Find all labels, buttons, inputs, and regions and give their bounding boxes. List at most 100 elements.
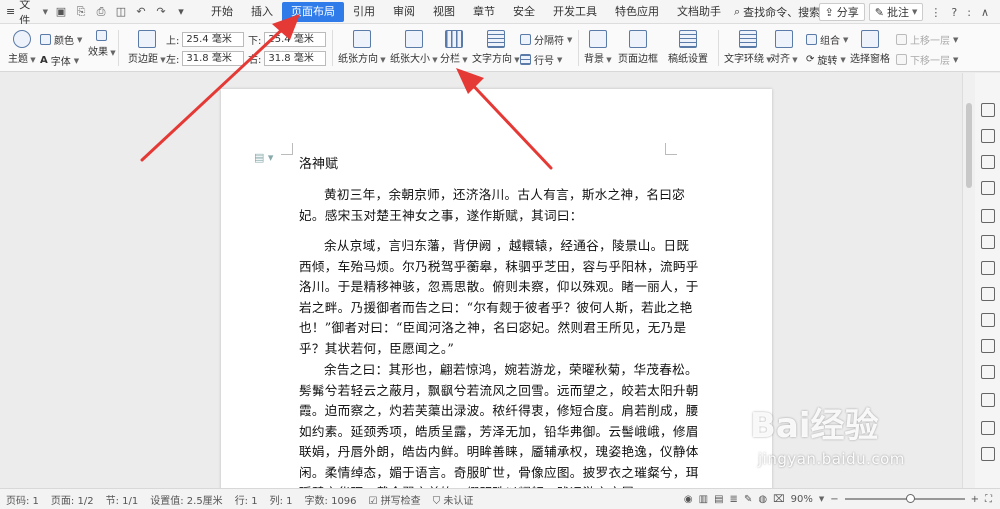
tab-insert[interactable]: 插入 [242,2,282,22]
bring-forward-button[interactable]: 上移一层 ▼ [896,32,958,47]
shapes-icon[interactable] [981,155,995,169]
tab-page-layout[interactable]: 页面布局 [282,1,344,22]
separator-button[interactable]: 分隔符 ▼ [520,32,572,47]
left-margin-field: 左: 31.8 毫米 [166,51,245,66]
pen-icon[interactable] [981,103,995,117]
web-view-icon[interactable]: ◍ [758,494,767,505]
tab-assistant[interactable]: 文档助手 [668,2,730,22]
edit-icon[interactable]: ✎ [744,494,752,505]
margin-button[interactable]: 页边距 ▼ [128,30,166,65]
font-button[interactable]: A 字体 ▼ [40,53,79,68]
bottom-margin-input[interactable]: 25.4 毫米 [264,32,327,47]
align-icon [774,30,793,48]
redo-icon[interactable]: ↷ [154,5,168,19]
text-direction-button[interactable]: 文字方向 ▼ [472,30,520,65]
cube-icon[interactable] [981,447,995,461]
eye-icon[interactable]: ◉ [684,494,693,505]
page-view-icon[interactable]: ▤ [714,494,723,505]
zoom-level[interactable]: 90% [791,494,813,505]
manuscript-button[interactable]: 稿纸设置 [668,30,708,65]
align-button[interactable]: 对齐 ▼ [770,30,798,65]
color-icon [40,34,51,45]
annotate-button[interactable]: ✎ 批注 ▼ [868,3,924,21]
eraser-icon[interactable] [981,365,995,379]
share-icon[interactable] [981,339,995,353]
auth-status[interactable]: ⛉ 未认证 [427,492,480,507]
fullscreen-icon[interactable]: ⌧ [773,494,785,505]
collapse-icon[interactable]: ∧ [978,6,992,19]
tab-chapter[interactable]: 章节 [464,2,504,22]
zoom-in-icon[interactable]: + [971,494,979,505]
page-border-button[interactable]: 页面边框 [618,30,658,65]
spellcheck-button[interactable]: ☑ 拼写检查 [363,492,427,507]
tab-review[interactable]: 审阅 [384,2,424,22]
undo-icon[interactable]: ↶ [134,5,148,19]
more-icon[interactable]: ▾ [174,5,188,19]
tab-developer[interactable]: 开发工具 [544,2,606,22]
more-icon[interactable]: : [964,6,974,19]
outline-view-icon[interactable]: ≣ [730,494,738,505]
right-margin-field: 右: 31.8 毫米 [248,51,327,66]
rotate-button[interactable]: ⟳ 旋转 ▼ [806,52,846,67]
print-preview-icon[interactable]: ◫ [114,5,128,19]
book-icon[interactable] [981,421,995,435]
zoom-out-icon[interactable]: − [830,494,838,505]
scrollbar-thumb[interactable] [966,103,972,188]
tab-security[interactable]: 安全 [504,2,544,22]
text-wrap-button[interactable]: 文字环绕 ▼ [724,30,772,65]
paragraph-handle-icon[interactable]: ▤ ▾ [254,151,273,164]
ribbon-toolbar: 主题 ▼ 颜色 ▼ A 字体 ▼ 效果 ▼ 页边距 ▼ 上: 25.4 毫米 下: … [0,24,1000,72]
print-icon[interactable]: ⎙ [94,5,108,19]
bottom-margin-label: 下: [248,36,262,47]
top-right-tools: ⇪ 分享 ✎ 批注 ▼ ⋮ ? : ∧ [818,0,1000,24]
color-button[interactable]: 颜色 ▼ [40,32,82,47]
status-pages[interactable]: 页面: 1/2 [45,492,100,507]
status-word-count[interactable]: 字数: 1096 [299,492,363,507]
tab-view[interactable]: 视图 [424,2,464,22]
cursor-icon[interactable] [981,129,995,143]
vertical-scrollbar[interactable] [963,73,975,488]
status-page-number[interactable]: 页码: 1 [0,492,45,507]
tab-special[interactable]: 特色应用 [606,2,668,22]
share-button[interactable]: ⇪ 分享 [818,3,865,21]
sliders-icon[interactable] [981,261,995,275]
left-margin-input[interactable]: 31.8 毫米 [182,51,245,66]
document-page[interactable]: ▤ ▾ 洛神赋 黄初三年，余朝京师，还济洛川。古人有言，斯水之神，名曰宓妃。感宋… [221,89,772,488]
theme-button[interactable]: 主题 ▼ [8,30,36,65]
save-icon[interactable]: ▣ [54,5,68,19]
table-icon[interactable] [981,287,995,301]
format-painter-icon[interactable]: ⎘ [74,5,88,19]
right-margin-input[interactable]: 31.8 毫米 [264,51,327,66]
zoom-slider[interactable] [844,494,965,503]
tab-references[interactable]: 引用 [344,2,384,22]
background-button[interactable]: 背景 ▼ [584,30,612,65]
paper-size-icon [404,30,423,48]
crop-icon[interactable] [981,393,995,407]
bring-forward-label: 上移一层 [910,36,950,47]
zoom-slider-handle[interactable] [906,494,916,503]
send-backward-button[interactable]: 下移一层 ▼ [896,52,958,67]
read-mode-icon[interactable]: ▥ [699,494,708,505]
status-setting[interactable]: 设置值: 2.5厘米 [144,492,228,507]
rotate-icon: ⟳ [806,54,815,65]
document-icon[interactable] [981,313,995,327]
group-button[interactable]: 组合 ▼ [806,32,848,47]
file-menu[interactable]: ≡ 文件 ▼ [0,0,48,27]
settings-icon[interactable] [981,181,995,195]
effect-button[interactable]: 效果 ▼ [88,30,116,58]
top-margin-input[interactable]: 25.4 毫米 [182,32,245,47]
status-section[interactable]: 节: 1/1 [100,492,145,507]
orientation-button[interactable]: 纸张方向 ▼ [338,30,386,65]
tab-start[interactable]: 开始 [202,2,242,22]
fit-window-icon[interactable]: ⛶ [985,494,992,505]
more-options-icon[interactable]: ⋮ [927,6,944,19]
chevron-down-icon[interactable]: ▼ [819,495,824,503]
annotate-label: 批注 [886,6,909,19]
line-number-button[interactable]: 行号 ▼ [520,52,562,67]
paper-size-button[interactable]: 纸张大小 ▼ [390,30,438,65]
help-icon[interactable]: ? [948,6,960,19]
list-icon[interactable] [981,235,995,249]
columns-button[interactable]: 分栏 ▼ [440,30,468,65]
selection-pane-button[interactable]: 选择窗格 [850,30,890,65]
grid-icon[interactable] [981,209,995,223]
